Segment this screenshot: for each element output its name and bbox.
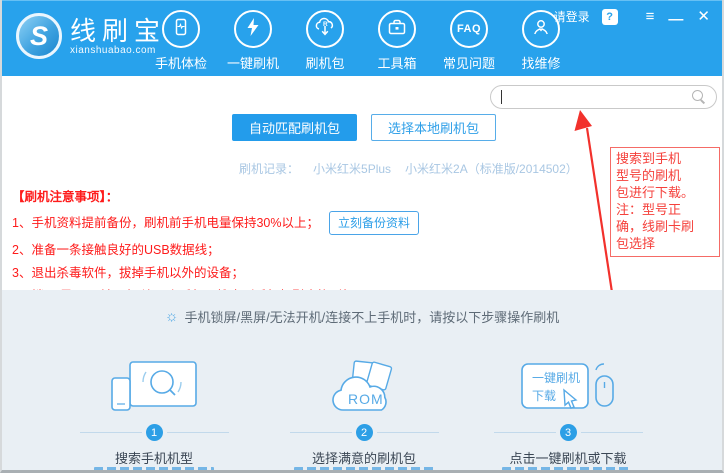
search-icon[interactable] — [692, 90, 706, 104]
flash-history-item[interactable]: 小米红米5Plus — [313, 160, 391, 177]
main-nav: 手机体检 一键刷机 R 刷机包 工具箱 FAQ — [145, 10, 577, 72]
flash-history-label: 刷机记录： — [239, 160, 299, 177]
guide-title-row: ☼ 手机锁屏/黑屏/无法开机/连接不上手机时，请按以下步骤操作刷机 — [2, 307, 722, 326]
action-button-row: 自动匹配刷机包 选择本地刷机包 — [2, 114, 724, 141]
auto-match-rom-button[interactable]: 自动匹配刷机包 — [232, 114, 357, 141]
minimize-icon[interactable]: — — [668, 12, 683, 28]
guide-step-search-model: 1 搜索手机机型 — [44, 358, 264, 467]
nav-label: 一键刷机 — [227, 53, 279, 72]
step-label: 点击一键刷机或下载 — [509, 448, 626, 467]
nav-item-faq[interactable]: FAQ 常见问题 — [433, 10, 505, 72]
app-logo[interactable]: S 线刷宝 xianshuabao.com — [16, 13, 166, 59]
nav-label: 找维修 — [521, 53, 560, 72]
backup-now-button[interactable]: 立刻备份资料 — [329, 211, 419, 235]
select-local-rom-button[interactable]: 选择本地刷机包 — [371, 114, 496, 141]
guide-title: 手机锁屏/黑屏/无法开机/连接不上手机时，请按以下步骤操作刷机 — [184, 307, 559, 326]
step-number-badge: 2 — [356, 424, 373, 441]
rom-cloud-icon: ROM — [319, 358, 409, 418]
window-chrome: 请登录 ? ≡ — ✕ — [554, 8, 710, 25]
flash-history: 刷机记录： 小米红米5Plus 小米红米2A（标准版/2014502） — [239, 160, 578, 177]
toolbox-icon — [387, 17, 407, 42]
phone-check-icon — [171, 17, 191, 42]
search-input[interactable] — [490, 85, 717, 109]
rom-download-icon: R — [314, 17, 336, 42]
nav-item-oneclick-flash[interactable]: 一键刷机 — [217, 10, 289, 72]
guide-step-click-flash: 一键刷机 下载 3 点击一键刷机或下载 — [458, 358, 678, 467]
sun-icon: ☼ — [165, 308, 179, 325]
step-label: 选择满意的刷机包 — [312, 448, 416, 467]
nav-item-toolbox[interactable]: 工具箱 — [361, 10, 433, 72]
lightning-icon — [244, 17, 262, 42]
text-caret — [501, 90, 502, 104]
cut-off-text — [294, 467, 434, 472]
nav-item-phone-check[interactable]: 手机体检 — [145, 10, 217, 72]
faq-icon: FAQ — [457, 23, 481, 35]
nav-item-rom-package[interactable]: R 刷机包 — [289, 10, 361, 72]
app-window: S 线刷宝 xianshuabao.com 手机体检 一键刷机 — [0, 0, 724, 473]
annotation-callout: 搜索到手机 型号的刷机 包进行下载。 注：型号正 确，线刷卡刷 包选择 — [610, 147, 720, 257]
logo-s-icon: S — [16, 13, 62, 59]
step-label: 搜索手机机型 — [115, 448, 193, 467]
help-icon[interactable]: ? — [602, 9, 618, 25]
person-icon — [531, 17, 551, 42]
svg-text:下载: 下载 — [532, 389, 556, 403]
oneclick-download-icon: 一键刷机 下载 — [508, 358, 628, 418]
cut-off-text — [94, 467, 214, 472]
step-number-badge: 1 — [146, 424, 163, 441]
nav-label: 刷机包 — [305, 53, 344, 72]
nav-label: 工具箱 — [377, 53, 416, 72]
nav-label: 常见问题 — [443, 53, 495, 72]
nav-label: 手机体检 — [155, 53, 207, 72]
flash-history-item[interactable]: 小米红米2A（标准版/2014502） — [405, 160, 578, 177]
svg-text:ROM: ROM — [348, 391, 384, 407]
notice-item: 2、准备一条接触良好的USB数据线； — [12, 242, 419, 258]
cut-off-text — [502, 467, 632, 472]
header-bar: S 线刷宝 xianshuabao.com 手机体检 一键刷机 — [2, 0, 722, 76]
login-link[interactable]: 请登录 — [554, 8, 590, 25]
guide-step-choose-rom: ROM 2 选择满意的刷机包 — [254, 358, 474, 467]
notice-item: 1、手机资料提前备份，刷机前手机电量保持30%以上； 立刻备份资料 — [12, 211, 419, 235]
menu-icon[interactable]: ≡ — [646, 9, 655, 25]
close-icon[interactable]: ✕ — [697, 9, 710, 25]
notice-title: 【刷机注意事项】： — [12, 186, 419, 205]
guide-section: ☼ 手机锁屏/黑屏/无法开机/连接不上手机时，请按以下步骤操作刷机 1 — [2, 290, 722, 473]
notice-item: 3、退出杀毒软件，拔掉手机以外的设备； — [12, 265, 419, 281]
search-model-icon — [104, 358, 204, 418]
svg-text:一键刷机: 一键刷机 — [532, 371, 580, 385]
step-number-badge: 3 — [560, 424, 577, 441]
